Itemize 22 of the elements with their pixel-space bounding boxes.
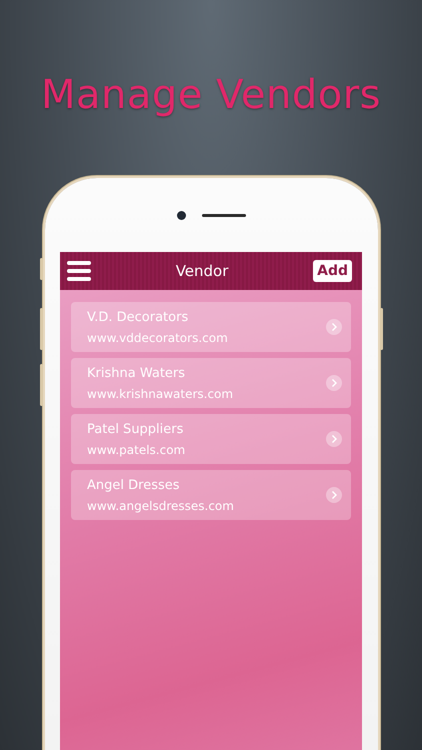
screen-title: Vendor [174,262,230,280]
headline: Manage Vendors [41,71,381,120]
vendor-website: www.krishnawaters.com [87,386,234,400]
chevron-icon [326,319,342,335]
vendor-website: www.vddecorators.com [87,330,229,344]
chevron-icon [326,487,342,503]
menu-icon[interactable] [67,261,91,281]
vendor-name: V.D. Decorators [87,310,190,324]
vendor-item[interactable]: V.D. Decorators www.vddecorators.com [71,302,351,352]
add-button[interactable]: Add [313,260,352,282]
chevron-icon [326,431,342,447]
vendor-name: Krishna Waters [87,366,186,380]
vendor-item[interactable]: Krishna Waters www.krishnawaters.com [71,358,351,408]
speaker-grille [202,214,246,216]
chevron-icon [326,375,342,391]
vendor-name: Patel Suppliers [87,422,184,436]
vendor-name: Angel Dresses [87,478,181,492]
vendor-item[interactable]: Angel Dresses www.angelsdresses.com [71,470,351,520]
vendor-website: www.patels.com [87,442,186,456]
camera-icon [176,210,186,220]
vendor-website: www.angelsdresses.com [87,498,235,512]
vendor-item[interactable]: Patel Suppliers www.patels.com [71,414,351,464]
